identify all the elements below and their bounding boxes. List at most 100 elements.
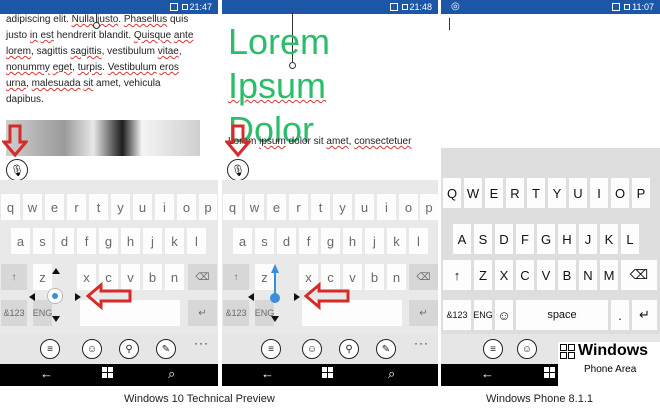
- key-q[interactable]: Q: [443, 178, 461, 208]
- search-nav-icon[interactable]: ⌕: [388, 366, 395, 382]
- back-arrow-icon[interactable]: ←: [261, 366, 274, 381]
- key-s[interactable]: S: [474, 224, 492, 254]
- key-w[interactable]: W: [464, 178, 482, 208]
- key-r[interactable]: R: [506, 178, 524, 208]
- key-d[interactable]: D: [495, 224, 513, 254]
- key-w[interactable]: w: [245, 194, 264, 220]
- key-i[interactable]: I: [590, 178, 608, 208]
- key-e[interactable]: e: [45, 194, 64, 220]
- key-a[interactable]: a: [233, 228, 252, 254]
- key-t[interactable]: t: [311, 194, 330, 220]
- space-key[interactable]: space: [516, 300, 608, 330]
- key-f[interactable]: f: [299, 228, 318, 254]
- key-j[interactable]: j: [143, 228, 162, 254]
- microphone-icon[interactable]: 🎙: [6, 159, 28, 181]
- backspace-key[interactable]: ⌫: [621, 260, 657, 290]
- cursor-control-joystick[interactable]: [246, 262, 306, 328]
- shift-key[interactable]: ↑: [1, 264, 27, 290]
- enter-key[interactable]: ↵: [632, 300, 657, 330]
- key-g[interactable]: G: [537, 224, 555, 254]
- key-t[interactable]: T: [527, 178, 545, 208]
- key-p[interactable]: P: [632, 178, 650, 208]
- key-v[interactable]: V: [537, 260, 555, 290]
- key-n[interactable]: N: [579, 260, 597, 290]
- key-l[interactable]: L: [621, 224, 639, 254]
- key-f[interactable]: F: [516, 224, 534, 254]
- key-x[interactable]: X: [495, 260, 513, 290]
- key-o[interactable]: O: [611, 178, 629, 208]
- list-icon[interactable]: ≡: [483, 339, 503, 359]
- document-text[interactable]: Lorem ipsum dolor sit amet, consectetuer: [228, 134, 432, 150]
- key-w[interactable]: w: [23, 194, 42, 220]
- key-u[interactable]: U: [569, 178, 587, 208]
- key-g[interactable]: g: [99, 228, 118, 254]
- key-h[interactable]: H: [558, 224, 576, 254]
- list-icon[interactable]: ≡: [261, 339, 281, 359]
- key-i[interactable]: i: [155, 194, 174, 220]
- key-f[interactable]: f: [77, 228, 96, 254]
- key-d[interactable]: d: [277, 228, 296, 254]
- key-h[interactable]: h: [343, 228, 362, 254]
- more-options-icon[interactable]: ···: [414, 336, 429, 350]
- pen-icon[interactable]: ✎: [376, 339, 396, 359]
- enter-key[interactable]: ↵: [409, 300, 438, 326]
- key-k[interactable]: k: [387, 228, 406, 254]
- document-headline[interactable]: Lorem Ipsum Dolor: [228, 20, 432, 152]
- key-p[interactable]: p: [420, 194, 438, 220]
- key-y[interactable]: y: [111, 194, 130, 220]
- key-y[interactable]: Y: [548, 178, 566, 208]
- back-arrow-icon[interactable]: ←: [40, 366, 53, 381]
- search-nav-icon[interactable]: ⌕: [168, 366, 175, 382]
- pen-icon[interactable]: ✎: [156, 339, 176, 359]
- key-l[interactable]: l: [409, 228, 428, 254]
- windows-logo-icon[interactable]: [322, 366, 334, 381]
- key-t[interactable]: t: [89, 194, 108, 220]
- key-b[interactable]: b: [365, 264, 384, 290]
- key-q[interactable]: q: [223, 194, 242, 220]
- list-icon[interactable]: ≡: [40, 339, 60, 359]
- key-r[interactable]: r: [67, 194, 86, 220]
- key-z[interactable]: Z: [474, 260, 492, 290]
- key-y[interactable]: y: [333, 194, 352, 220]
- backspace-key[interactable]: ⌫: [409, 264, 438, 290]
- emoji-icon[interactable]: ☺: [82, 339, 102, 359]
- key-s[interactable]: s: [33, 228, 52, 254]
- key-a[interactable]: A: [453, 224, 471, 254]
- cursor-control-joystick[interactable]: [25, 266, 85, 326]
- period-key[interactable]: .: [611, 300, 629, 330]
- key-j[interactable]: j: [365, 228, 384, 254]
- key-u[interactable]: u: [355, 194, 374, 220]
- more-options-icon[interactable]: ···: [194, 336, 209, 350]
- key-a[interactable]: a: [11, 228, 30, 254]
- symbols-key[interactable]: &123: [1, 300, 27, 326]
- key-n[interactable]: n: [387, 264, 406, 290]
- key-h[interactable]: h: [121, 228, 140, 254]
- shift-key[interactable]: ↑: [443, 260, 471, 290]
- key-e[interactable]: E: [485, 178, 503, 208]
- key-u[interactable]: u: [133, 194, 152, 220]
- key-s[interactable]: s: [255, 228, 274, 254]
- key-b[interactable]: B: [558, 260, 576, 290]
- windows-logo-icon[interactable]: [102, 366, 114, 381]
- cursor-gripper[interactable]: [93, 22, 100, 29]
- key-k[interactable]: K: [600, 224, 618, 254]
- emoji-key[interactable]: ☺: [495, 300, 513, 330]
- search-icon[interactable]: ⚲: [339, 339, 359, 359]
- emoji-icon[interactable]: ☺: [302, 339, 322, 359]
- back-arrow-icon[interactable]: ←: [481, 366, 494, 381]
- key-k[interactable]: k: [165, 228, 184, 254]
- key-m[interactable]: M: [600, 260, 618, 290]
- document-text[interactable]: adipiscing elit. Nulla justo. Phasellus …: [6, 12, 212, 108]
- key-o[interactable]: o: [177, 194, 196, 220]
- key-l[interactable]: l: [187, 228, 206, 254]
- backspace-key[interactable]: ⌫: [188, 264, 217, 290]
- windows-logo-icon[interactable]: [544, 366, 556, 381]
- key-d[interactable]: d: [55, 228, 74, 254]
- key-b[interactable]: b: [143, 264, 162, 290]
- key-c[interactable]: C: [516, 260, 534, 290]
- key-n[interactable]: n: [165, 264, 184, 290]
- key-e[interactable]: e: [267, 194, 286, 220]
- key-q[interactable]: q: [1, 194, 20, 220]
- emoji-icon[interactable]: ☺: [517, 339, 537, 359]
- key-i[interactable]: i: [377, 194, 396, 220]
